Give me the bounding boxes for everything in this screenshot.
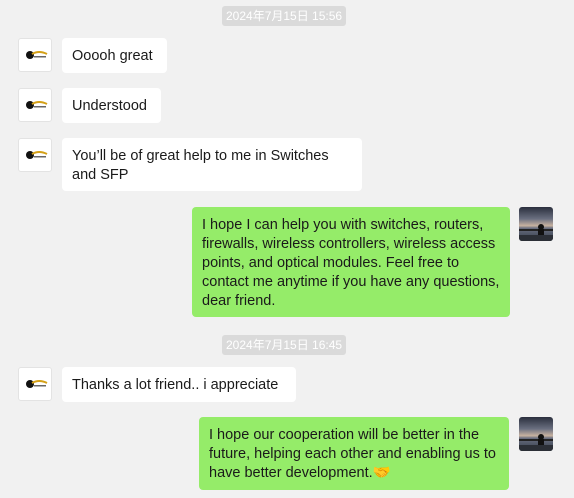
chat-window: 2024年7月15日 15:56 Ooooh great Understood … [0, 0, 574, 498]
timestamp-divider: 2024年7月15日 16:45 [222, 335, 347, 355]
message-bubble[interactable]: I hope our cooperation will be better in… [199, 417, 509, 490]
message-bubble[interactable]: Understood [62, 88, 161, 123]
contact-avatar[interactable] [18, 88, 52, 122]
message-bubble[interactable]: Thanks a lot friend.. i appreciate [62, 367, 296, 402]
timestamp-divider: 2024年7月15日 15:56 [222, 6, 347, 26]
company-logo-icon [26, 151, 48, 159]
message-bubble[interactable]: You’ll be of great help to me in Switche… [62, 138, 362, 191]
contact-avatar[interactable] [18, 38, 52, 72]
message-bubble[interactable]: Ooooh great [62, 38, 167, 73]
person-silhouette-icon [519, 434, 553, 451]
user-photo-avatar[interactable] [519, 417, 553, 451]
person-silhouette-icon [519, 224, 553, 241]
contact-avatar[interactable] [18, 138, 52, 172]
contact-avatar[interactable] [18, 367, 52, 401]
message-bubble[interactable]: I hope I can help you with switches, rou… [192, 207, 510, 317]
user-photo-avatar[interactable] [519, 207, 553, 241]
company-logo-icon [26, 101, 48, 109]
company-logo-icon [26, 51, 48, 59]
company-logo-icon [26, 380, 48, 388]
